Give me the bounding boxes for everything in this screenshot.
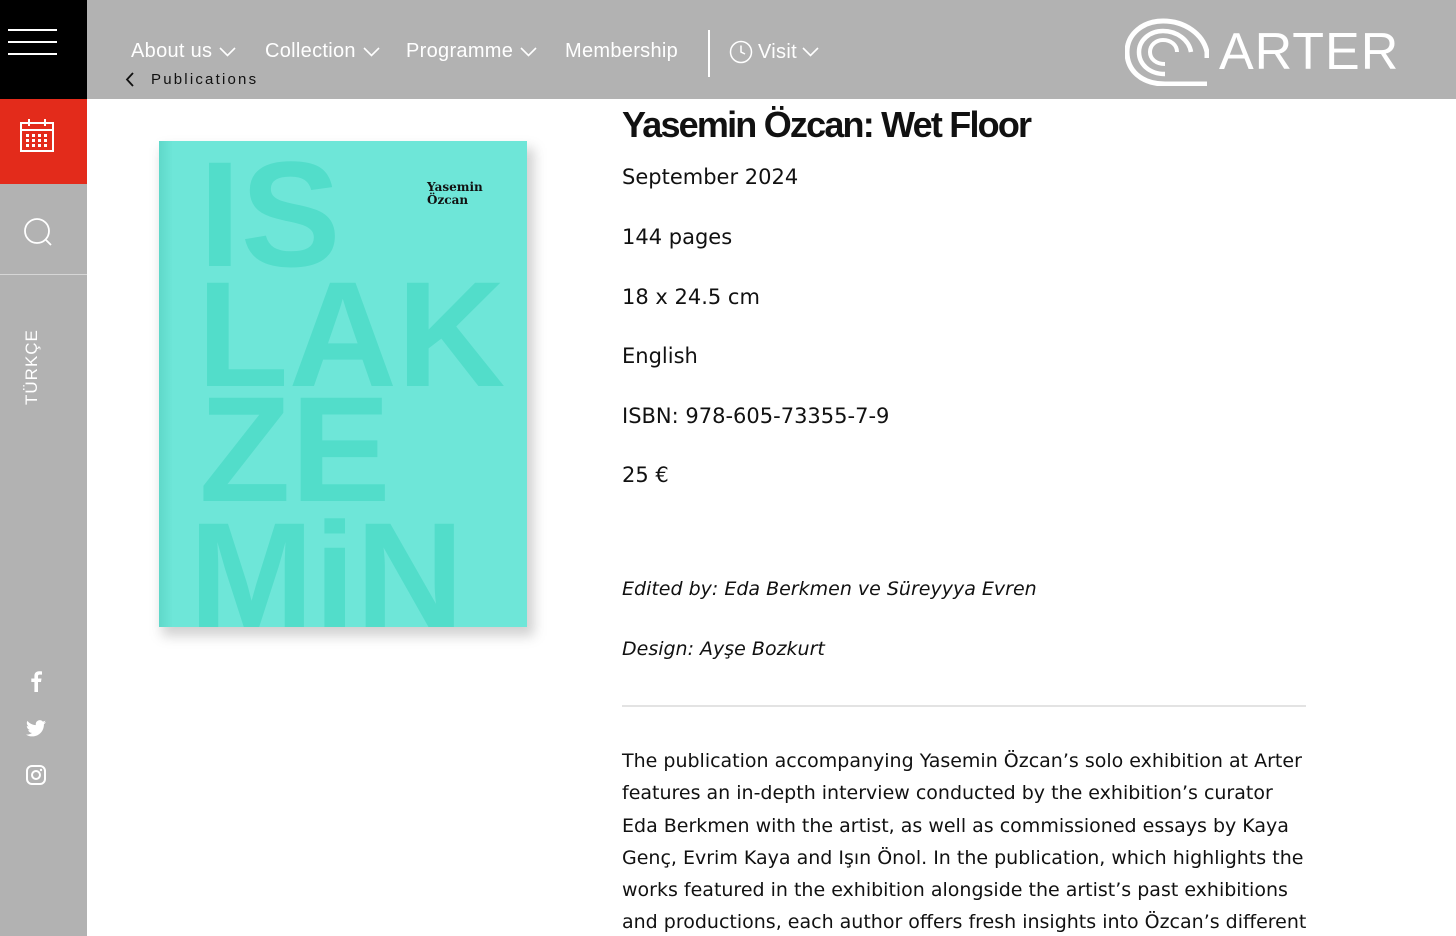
cover-author-name: Yasemin Özcan xyxy=(427,180,483,207)
chevron-down-icon xyxy=(520,46,537,57)
twitter-icon xyxy=(26,719,46,736)
cover-typography: IS LAK ZE MiN xyxy=(189,141,505,627)
breadcrumb-publications[interactable]: Publications xyxy=(125,71,258,88)
facebook-icon xyxy=(31,671,42,692)
chevron-down-icon xyxy=(802,47,819,57)
nav-label: About us xyxy=(131,40,213,62)
nav-label: Membership xyxy=(565,40,679,62)
publication-description: The publication accompanying Yasemin Özc… xyxy=(622,750,1307,934)
hamburger-icon-bar xyxy=(8,41,57,43)
hamburger-icon xyxy=(8,29,57,31)
divider xyxy=(622,705,1306,707)
clock-icon xyxy=(729,40,753,64)
menu-button[interactable] xyxy=(0,0,87,99)
nav-programme[interactable]: Programme xyxy=(406,40,537,63)
top-navigation-bar: About us Collection Programme Membership… xyxy=(87,0,1456,99)
cover-word-line: MiN xyxy=(189,491,464,627)
instagram-link[interactable] xyxy=(22,761,50,789)
nav-divider xyxy=(708,30,710,77)
facebook-link[interactable] xyxy=(22,667,50,695)
language-switch[interactable]: TÜRKÇE xyxy=(22,329,42,405)
chevron-down-icon xyxy=(363,46,380,57)
instagram-icon xyxy=(26,765,46,785)
nav-membership[interactable]: Membership xyxy=(565,40,678,63)
publication-date: September 2024 xyxy=(622,165,799,189)
nav-label: Collection xyxy=(265,40,356,62)
twitter-link[interactable] xyxy=(22,714,50,742)
book-cover-image: IS LAK ZE MiN Yasemin Özcan xyxy=(159,141,527,627)
page-count: 144 pages xyxy=(622,225,733,249)
logo-wordmark: ARTER xyxy=(1219,23,1400,81)
edited-by: Edited by: Eda Berkmen ve Süreyyya Evren xyxy=(622,578,1037,600)
nav-label: Visit xyxy=(758,40,797,63)
hamburger-icon-bar xyxy=(8,53,57,55)
nav-about-us[interactable]: About us xyxy=(131,40,236,63)
arter-logo[interactable]: ARTER xyxy=(1125,18,1399,86)
calendar-icon xyxy=(20,119,54,152)
search-button[interactable] xyxy=(0,184,87,275)
book-dimensions: 18 x 24.5 cm xyxy=(622,285,760,309)
publication-title: Yasemin Özcan: Wet Floor xyxy=(622,104,1032,145)
sidebar: TÜRKÇE xyxy=(0,0,87,936)
nav-collection[interactable]: Collection xyxy=(265,40,380,63)
price: 25 € xyxy=(622,463,669,487)
chevron-left-icon xyxy=(125,72,134,87)
design-credit: Design: Ayşe Bozkurt xyxy=(622,638,825,660)
breadcrumb-label: Publications xyxy=(151,71,259,88)
book-language: English xyxy=(622,344,698,368)
cover-spine xyxy=(159,141,173,627)
arter-spiral-logo-icon xyxy=(1125,18,1209,86)
calendar-button[interactable] xyxy=(0,99,87,184)
chevron-down-icon xyxy=(219,46,236,57)
search-icon xyxy=(24,218,52,246)
nav-visit[interactable]: Visit xyxy=(729,40,819,64)
nav-label: Programme xyxy=(406,40,514,62)
isbn: ISBN: 978-605-73355-7-9 xyxy=(622,404,890,428)
